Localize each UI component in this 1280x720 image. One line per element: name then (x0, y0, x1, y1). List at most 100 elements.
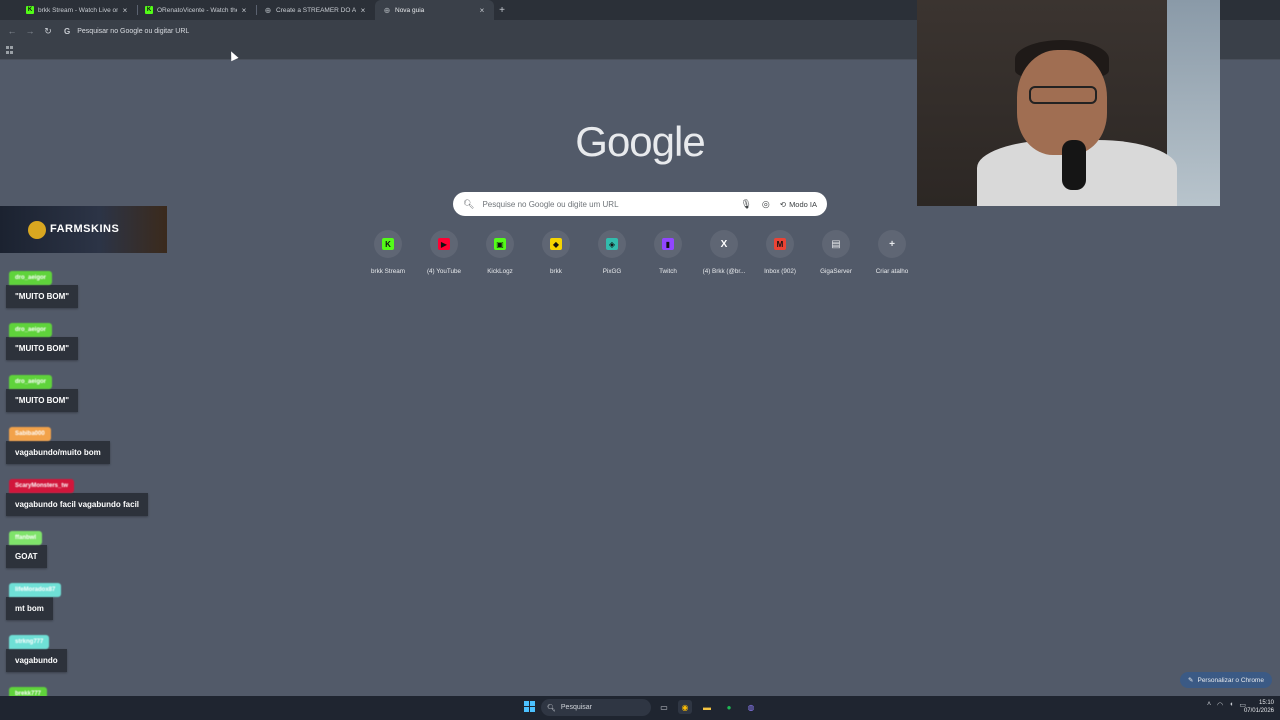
reload-icon[interactable]: ↻ (40, 23, 56, 39)
chat-username: dro_aeigor (9, 375, 53, 389)
shortcut-label: Inbox (902) (764, 268, 796, 275)
sponsor-banner: FARMSKINS (0, 206, 167, 253)
windows-taskbar: 🔍︎ Pesquisar ▭ ◉ ▬ ● ◍ ˄ ◠ ◖ ▭ 15:10 07/… (0, 696, 1280, 720)
google-search-box[interactable]: 🔍︎ Pesquise no Google ou digite um URL 🎙… (453, 192, 827, 216)
shortcut-circle: ◆ (542, 230, 570, 258)
search-icon: 🔍︎ (463, 198, 475, 209)
twitch-icon: ▮ (662, 238, 674, 250)
address-bar[interactable]: G Pesquisar no Google ou digitar URL (64, 23, 934, 39)
taskbar-search[interactable]: 🔍︎ Pesquisar (541, 699, 651, 716)
search-input[interactable]: Pesquise no Google ou digite um URL (482, 200, 730, 209)
discord-icon[interactable]: ◍ (744, 700, 758, 714)
plus-icon: + (889, 238, 895, 250)
shortcut-tile[interactable]: ▮ Twitch (640, 230, 696, 275)
tab-title: Nova guia (395, 6, 425, 14)
shortcut-tile[interactable]: ▣ KickLogz (472, 230, 528, 275)
kicklogz-icon: ▣ (494, 238, 506, 250)
system-tray: ˄ ◠ ◖ ▭ (1207, 701, 1246, 709)
close-icon[interactable]: × (121, 6, 129, 15)
gigaserver-icon: ▤ (831, 238, 841, 250)
ai-mode-button[interactable]: ⟲ Modo IA (780, 200, 817, 209)
spotify-icon[interactable]: ● (722, 700, 736, 714)
shortcut-tile[interactable]: ▤ GigaServer (808, 230, 864, 275)
shortcut-tile[interactable]: ◆ brkk (528, 230, 584, 275)
shortcut-circle: M (766, 230, 794, 258)
customize-chrome-button[interactable]: ✎ Personalizar o Chrome (1180, 672, 1272, 688)
shortcut-circle: ▣ (486, 230, 514, 258)
shortcut-label: Twitch (659, 268, 677, 275)
chat-username: dro_aeigor (9, 323, 53, 337)
webcam-overlay (917, 0, 1220, 206)
shortcut-label: KickLogz (487, 268, 513, 275)
address-bar-placeholder: Pesquisar no Google ou digitar URL (77, 27, 190, 35)
chat-text: vagabundo facil vagabundo facil (6, 493, 149, 516)
chat-message: lifeMoradox87 mt bom (6, 578, 206, 620)
chat-username: lifeMoradox87 (9, 583, 62, 597)
shortcut-tile[interactable]: X (4) Brkk (@br... (696, 230, 752, 275)
tab-title: ORenatoVicente - Watch the Vi (157, 6, 237, 14)
shortcut-circle: ▶ (430, 230, 458, 258)
chat-overlay: dro_aeigor "MUITO BOM" dro_aeigor "MUITO BO… (6, 266, 206, 720)
volume-icon[interactable]: ◖ (1229, 701, 1233, 709)
chat-username: ScaryMonsters_tw (9, 479, 75, 493)
back-icon[interactable]: ← (4, 23, 20, 39)
shortcut-circle: X (710, 230, 738, 258)
chat-text: "MUITO BOM" (6, 337, 79, 360)
chat-text: vagabundo (6, 649, 67, 672)
microphone-icon[interactable]: 🎙︎ (740, 199, 751, 210)
coin-icon (28, 221, 46, 239)
chat-message: strkng777 vagabundo (6, 630, 206, 672)
shortcut-label: brkk (550, 268, 562, 275)
chat-username: dro_aeigor (9, 271, 53, 285)
chat-username: Sabiba000 (9, 427, 51, 441)
kick-icon: K (145, 6, 153, 14)
shortcut-label: PixGG (602, 268, 622, 275)
globe-icon: ⊕ (264, 5, 272, 15)
chat-text: vagabundo/muito bom (6, 441, 110, 464)
google-logo: Google (575, 118, 705, 165)
sponsor-banner-text: FARMSKINS (50, 223, 120, 235)
google-g-icon: G (64, 26, 71, 36)
customize-chrome-label: Personalizar o Chrome (1197, 676, 1264, 684)
apps-grid-icon[interactable] (6, 46, 14, 54)
shortcut-label: GigaServer (820, 268, 852, 275)
chat-message: dro_aeigor "MUITO BOM" (6, 370, 206, 412)
gmail-icon: M (774, 238, 786, 250)
shortcut-tile[interactable]: + Criar atalho (864, 230, 920, 275)
chat-username: strkng777 (9, 635, 50, 649)
chat-text: "MUITO BOM" (6, 389, 79, 412)
chat-message: Sabiba000 vagabundo/muito bom (6, 422, 206, 464)
chat-message: ffanbwl GOAT (6, 526, 206, 568)
task-view-icon[interactable]: ▭ (657, 700, 671, 714)
chevron-up-icon[interactable]: ˄ (1207, 701, 1211, 709)
close-icon[interactable]: × (240, 6, 248, 15)
lens-camera-icon[interactable]: ◎ (762, 199, 770, 210)
windows-start-icon[interactable] (524, 701, 535, 712)
new-tab-button[interactable]: + (494, 0, 510, 20)
browser-tab[interactable]: ⊕ Create a STREAMER DO ANO D× (256, 0, 375, 20)
forward-icon[interactable]: → (22, 23, 38, 39)
shortcut-tile[interactable]: Kbrkk Stream (360, 230, 416, 275)
taskbar-clock[interactable]: 15:10 07/01/2026 (1244, 699, 1274, 715)
shortcuts-row: Kbrkk Stream ▶ (4) YouTube ▣ KickLogz ◆ brkk ◈ P… (360, 230, 920, 275)
close-icon[interactable]: × (478, 6, 486, 15)
shortcut-tile[interactable]: M Inbox (902) (752, 230, 808, 275)
chat-message: ScaryMonsters_tw vagabundo facil vagabund… (6, 474, 206, 516)
shortcut-circle: ▮ (654, 230, 682, 258)
clock-time: 15:10 (1258, 700, 1274, 706)
chrome-icon[interactable]: ◉ (678, 700, 692, 714)
browser-tab[interactable]: ⊕ Nova guia × (375, 0, 494, 20)
chat-username: ffanbwl (9, 531, 42, 545)
close-icon[interactable]: × (359, 6, 367, 15)
chat-text: mt bom (6, 597, 53, 620)
x-icon: X (720, 238, 728, 250)
shortcut-tile[interactable]: ▶ (4) YouTube (416, 230, 472, 275)
browser-tab[interactable]: K ORenatoVicente - Watch the Vi× (137, 0, 256, 20)
shortcut-circle: K (374, 230, 402, 258)
shortcut-circle: + (878, 230, 906, 258)
shortcut-label: (4) Brkk (@br... (702, 268, 746, 275)
shortcut-tile[interactable]: ◈ PixGG (584, 230, 640, 275)
browser-tab[interactable]: Kbrkk Stream - Watch Live on Ki× (18, 0, 137, 20)
file-explorer-icon[interactable]: ▬ (700, 700, 714, 714)
wifi-icon[interactable]: ◠ (1217, 701, 1223, 709)
